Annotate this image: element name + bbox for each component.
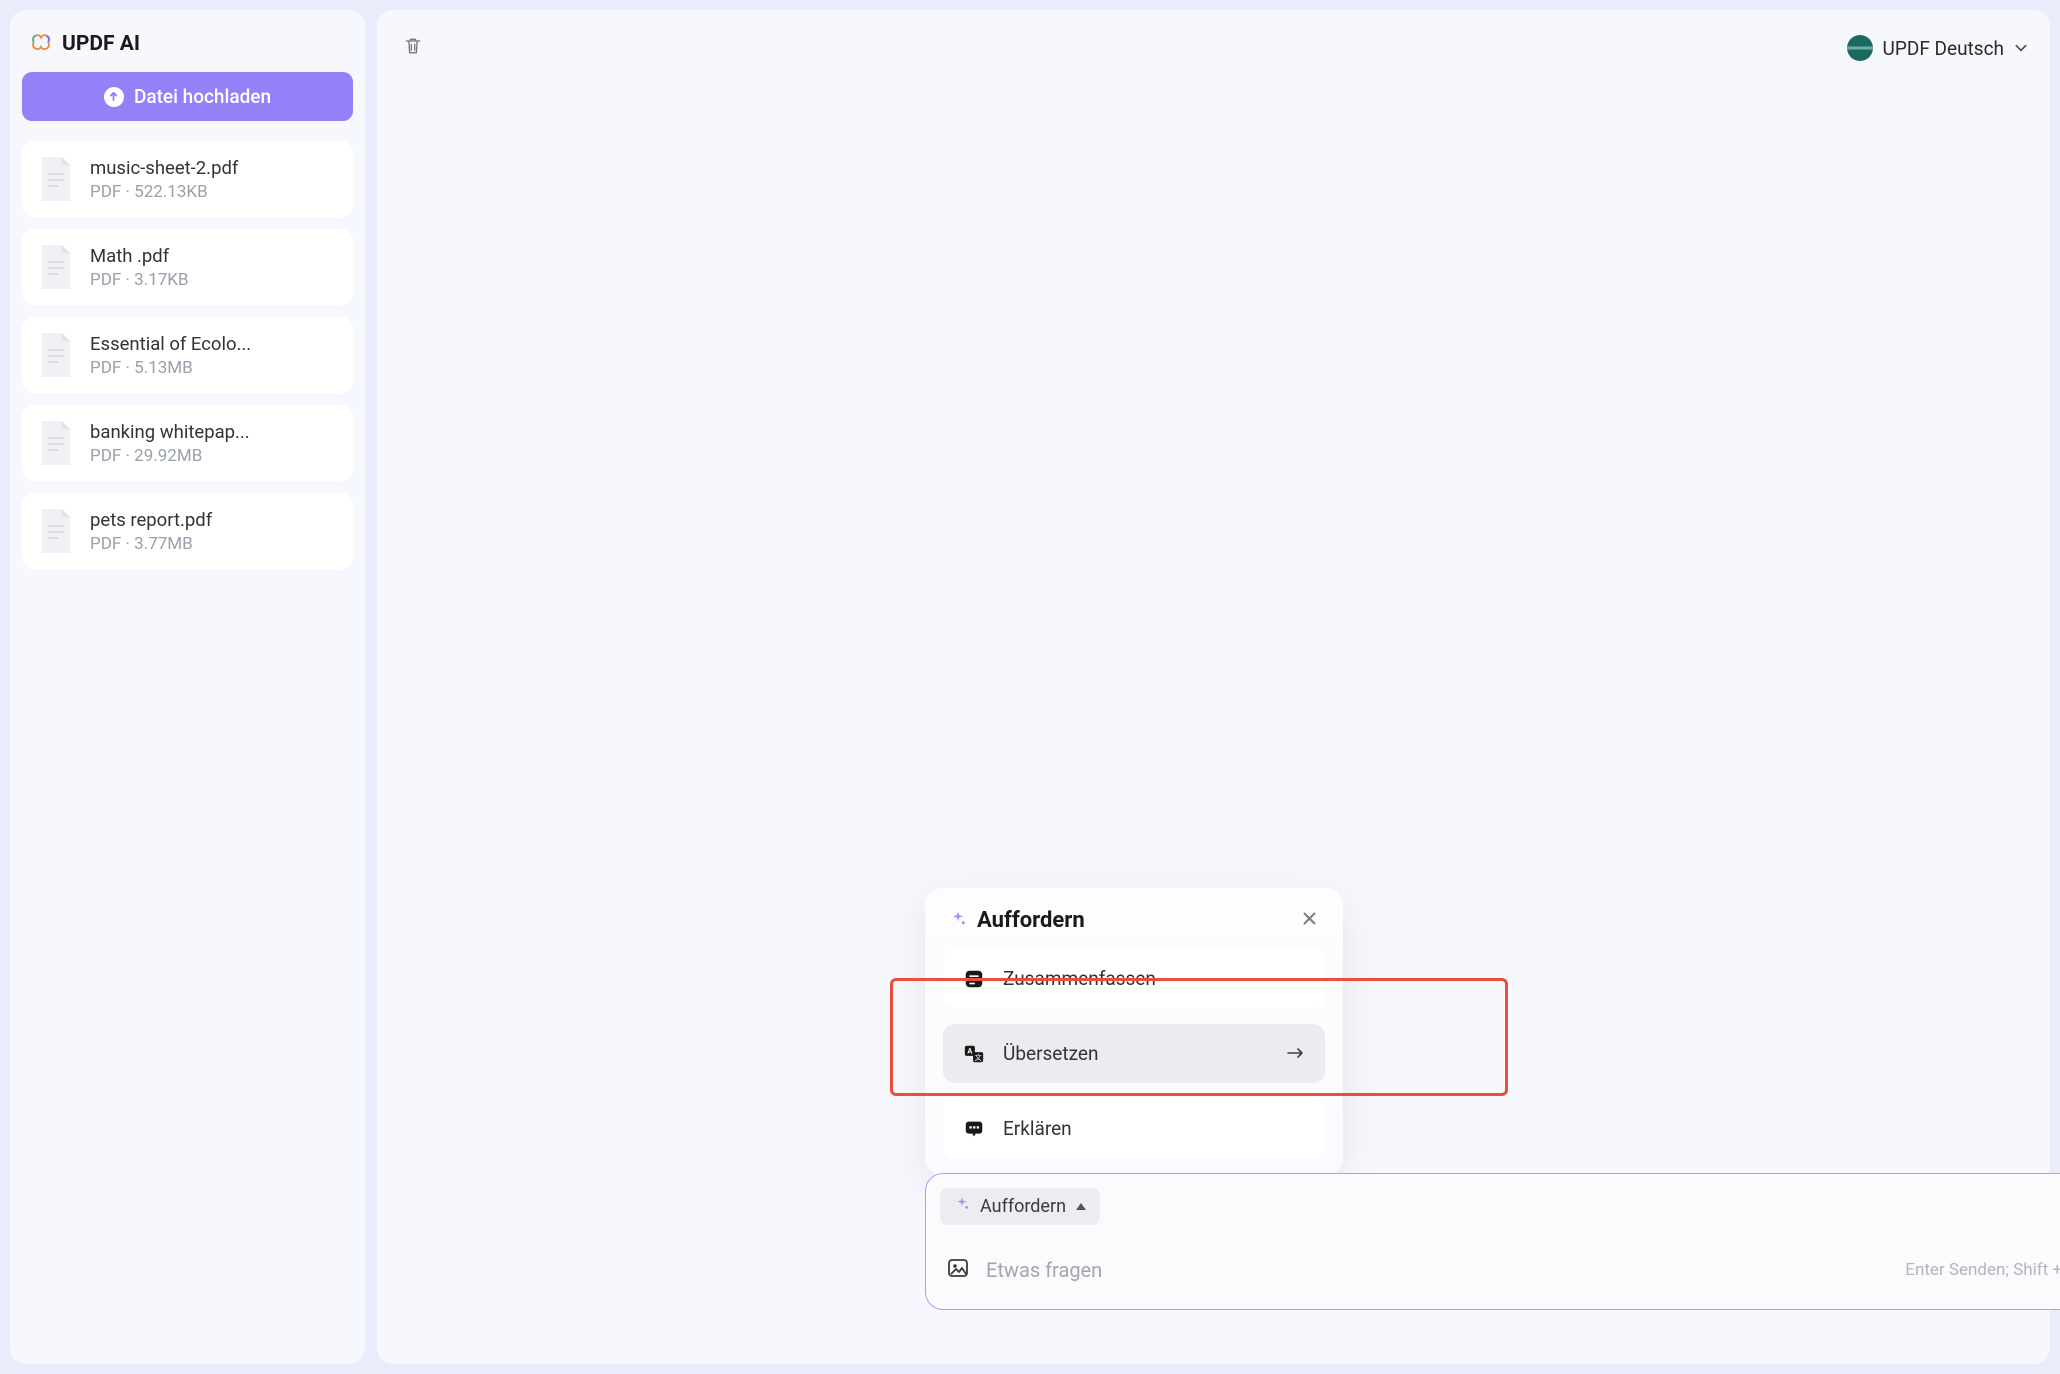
attach-image-button[interactable]	[946, 1256, 970, 1284]
triangle-up-icon	[1076, 1203, 1086, 1210]
file-name: Essential of Ecolo...	[90, 333, 339, 355]
document-icon	[36, 419, 76, 467]
file-meta: PDF · 5.13MB	[90, 358, 339, 378]
main-topbar: UPDF Deutsch	[397, 30, 2030, 66]
arrow-right-icon	[1287, 1042, 1305, 1065]
language-switcher[interactable]: UPDF Deutsch	[1845, 31, 2030, 65]
document-icon	[36, 155, 76, 203]
document-icon	[36, 243, 76, 291]
prompt-option-label: Erklären	[1003, 1117, 1072, 1140]
file-name: Math .pdf	[90, 245, 339, 267]
file-item[interactable]: Math .pdf PDF · 3.17KB	[22, 229, 353, 305]
file-item[interactable]: Essential of Ecolo... PDF · 5.13MB	[22, 317, 353, 393]
summarize-icon	[963, 968, 985, 990]
file-meta: PDF · 29.92MB	[90, 446, 339, 466]
upload-label: Datei hochladen	[134, 85, 271, 108]
translate-icon: A文	[963, 1043, 985, 1065]
file-name: pets report.pdf	[90, 509, 339, 531]
chevron-down-icon	[2014, 41, 2028, 55]
file-item[interactable]: music-sheet-2.pdf PDF · 522.13KB	[22, 141, 353, 217]
svg-text:A: A	[967, 1046, 972, 1055]
file-meta: PDF · 3.17KB	[90, 270, 339, 290]
file-meta: PDF · 3.77MB	[90, 534, 339, 554]
upload-button[interactable]: Datei hochladen	[22, 72, 353, 121]
close-icon	[1302, 911, 1317, 926]
file-list: music-sheet-2.pdf PDF · 522.13KB Math .p…	[22, 141, 353, 569]
close-button[interactable]	[1300, 908, 1319, 933]
upload-icon	[104, 87, 124, 107]
document-icon	[36, 507, 76, 555]
file-meta: PDF · 522.13KB	[90, 182, 339, 202]
avatar	[1847, 35, 1873, 61]
prompt-popup: Auffordern Zusammenfassen A文 Übe	[925, 888, 1343, 1176]
language-label: UPDF Deutsch	[1883, 37, 2004, 60]
file-name: music-sheet-2.pdf	[90, 157, 339, 179]
file-name: banking whitepap...	[90, 421, 339, 443]
composer-mode-chip[interactable]: Auffordern	[940, 1188, 1100, 1225]
document-icon	[36, 331, 76, 379]
main-panel: UPDF Deutsch Auffordern	[377, 10, 2050, 1364]
prompt-option-label: Zusammenfassen	[1003, 967, 1156, 990]
composer-input[interactable]	[986, 1258, 1889, 1282]
sparkle-icon	[954, 1196, 970, 1217]
image-icon	[946, 1256, 970, 1280]
prompt-option-summarize[interactable]: Zusammenfassen	[943, 949, 1325, 1008]
brand-title: UPDF AI	[62, 32, 140, 56]
composer: Auffordern Enter Senden; Shift + Enter N…	[925, 1173, 2060, 1310]
delete-button[interactable]	[397, 30, 429, 66]
sparkle-icon	[949, 910, 967, 932]
file-item[interactable]: pets report.pdf PDF · 3.77MB	[22, 493, 353, 569]
prompt-option-label: Übersetzen	[1003, 1042, 1098, 1065]
brand-header: UPDF AI	[22, 28, 353, 72]
svg-text:文: 文	[974, 1052, 982, 1061]
prompt-option-explain[interactable]: Erklären	[943, 1099, 1325, 1158]
composer-chip-label: Auffordern	[980, 1196, 1066, 1217]
trash-icon	[403, 36, 423, 56]
explain-icon	[963, 1118, 985, 1140]
sidebar: UPDF AI Datei hochladen music-sheet-2.pd…	[10, 10, 365, 1364]
prompt-popup-title: Auffordern	[977, 908, 1085, 933]
composer-hint: Enter Senden; Shift + Enter Neue Zeile	[1905, 1260, 2060, 1280]
content-area: Auffordern Zusammenfassen A文 Übe	[397, 66, 2030, 1344]
prompt-option-translate[interactable]: A文 Übersetzen	[943, 1024, 1325, 1083]
brand-icon	[30, 33, 52, 55]
file-item[interactable]: banking whitepap... PDF · 29.92MB	[22, 405, 353, 481]
